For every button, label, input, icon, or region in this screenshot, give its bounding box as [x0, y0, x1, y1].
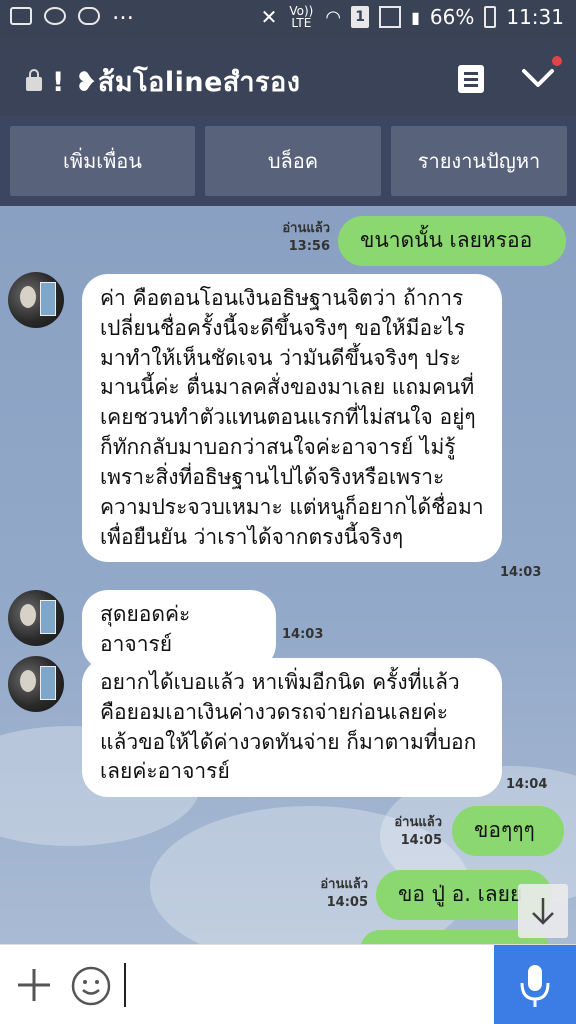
status-bar: … ✕ Vo)) LTE ◠ 1 ▮ 66% 11:31 — [0, 0, 576, 38]
message-bubble-outgoing[interactable]: ขนาดนั้น เลยหรออ — [338, 216, 566, 266]
chat-title: ! ❥ส้มโอlineสำรอง — [52, 67, 301, 98]
emoji-icon[interactable] — [70, 965, 112, 1007]
action-bar: เพิ่มเพื่อน บล็อค รายงานปัญหา — [0, 116, 576, 206]
block-button[interactable]: บล็อค — [205, 126, 381, 196]
message-input-bar — [0, 944, 576, 1024]
more-notifications-icon: … — [112, 0, 135, 25]
message-time: 13:56 — [288, 238, 330, 254]
message-bubble-incoming[interactable]: อยากได้เบอแล้ว หาเพิ่มอีกนิด ครั้งที่แล้… — [82, 658, 502, 798]
clock: 11:31 — [506, 5, 564, 29]
message-time: 14:03 — [500, 565, 542, 580]
wifi-icon: ◠ — [325, 6, 342, 28]
message-time: 14:03 — [282, 627, 324, 642]
message-meta: อ่านแล้ว 14:05 — [382, 814, 442, 849]
chat-area[interactable]: อ่านแล้ว 13:56 ขนาดนั้น เลยหรออ ค่า คือต… — [0, 206, 576, 944]
message-meta: อ่านแล้ว 13:56 — [270, 220, 330, 255]
message-time: 14:05 — [400, 832, 442, 848]
volte-label: Vo)) LTE — [289, 4, 314, 30]
line-app-icon — [44, 7, 66, 25]
chat-header: ! ❥ส้มโอlineสำรอง — [0, 38, 576, 116]
notes-icon[interactable] — [458, 65, 484, 93]
chat-title-container[interactable]: ! ❥ส้มโอlineสำรอง — [26, 60, 300, 103]
read-receipt: อ่านแล้ว — [320, 877, 368, 892]
scroll-to-bottom-button[interactable] — [518, 884, 568, 938]
message-time: 14:04 — [506, 777, 548, 792]
microphone-icon — [520, 965, 550, 1007]
signal-icon — [379, 6, 402, 28]
message-bubble-incoming[interactable]: ค่า คือตอนโอนเงินอธิษฐานจิตว่า ถ้าการเปล… — [82, 274, 502, 563]
avatar[interactable] — [8, 272, 64, 328]
sim-slot-badge: 1 — [351, 6, 370, 28]
lock-icon — [26, 68, 42, 91]
voice-message-button[interactable] — [494, 945, 576, 1024]
message-input[interactable] — [124, 963, 484, 1007]
arrow-down-icon — [532, 898, 554, 925]
mute-icon: ✕ — [260, 5, 278, 29]
read-receipt: อ่านแล้ว — [394, 815, 442, 830]
notification-dot — [552, 56, 562, 66]
add-friend-button[interactable]: เพิ่มเพื่อน — [10, 126, 195, 196]
report-button[interactable]: รายงานปัญหา — [391, 126, 567, 196]
avatar[interactable] — [8, 590, 64, 646]
weather-icon — [78, 7, 100, 25]
avatar[interactable] — [8, 656, 64, 712]
battery-percent: 66% — [429, 5, 475, 29]
message-time: 14:05 — [326, 894, 368, 910]
signal-bars-icon: ▮ — [411, 7, 420, 27]
chevron-down-icon[interactable] — [520, 60, 556, 96]
message-bubble-outgoing[interactable]: ขอๆๆๆ — [452, 806, 564, 856]
plus-icon[interactable] — [14, 965, 54, 1005]
battery-icon — [484, 6, 497, 28]
read-receipt: อ่านแล้ว — [282, 221, 330, 236]
message-meta: อ่านแล้ว 14:05 — [306, 876, 368, 911]
gallery-icon — [10, 7, 32, 25]
